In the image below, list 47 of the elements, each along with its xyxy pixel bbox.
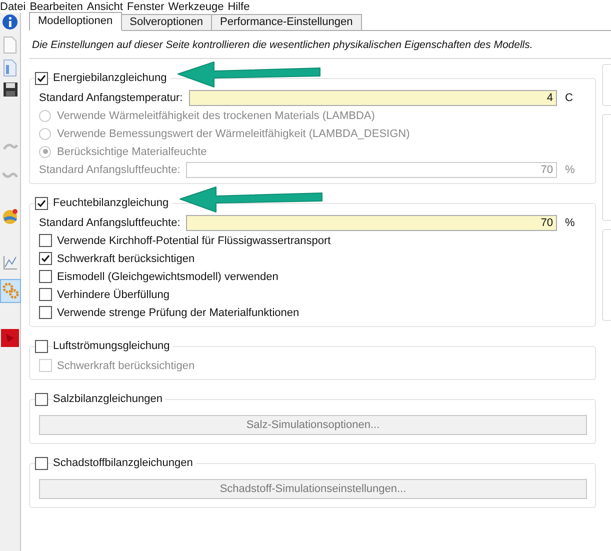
- checkbox-label: Verwende strenge Prüfung der Materialfunktionen: [57, 306, 300, 318]
- tab[interactable]: Modelloptionen: [29, 12, 122, 31]
- input-field[interactable]: 70: [186, 214, 557, 230]
- menu-item[interactable]: Werkzeuge: [168, 1, 228, 13]
- menu-item[interactable]: Hilfe: [228, 1, 254, 13]
- unit-label: %: [564, 164, 576, 176]
- checkbox-label: Verwende Kirchhoff-Potential für Flüssigwassertransport: [57, 234, 331, 246]
- section-title: Energiebilanzgleichung: [53, 72, 170, 84]
- document-icon[interactable]: [3, 59, 17, 77]
- radio-label: Verwende Wärmeleitfähigkeit des trockenen Materials (LAMBDA): [57, 110, 375, 122]
- menu-item[interactable]: Ansicht: [86, 1, 127, 13]
- section-title: Feuchtebilanzgleichung: [53, 197, 172, 209]
- checkbox-label: Verhindere Überfüllung: [57, 288, 170, 300]
- checkbox[interactable]: [39, 270, 52, 283]
- checkbox-label: Eismodell (Gleichgewichtsmodell) verwenden: [57, 270, 278, 282]
- unit-label: C: [564, 92, 574, 104]
- checkbox[interactable]: [39, 252, 52, 265]
- field-label: Standard Anfangstemperatur:: [39, 92, 183, 104]
- checkbox[interactable]: [35, 72, 48, 84]
- menu-item[interactable]: Datei: [0, 1, 30, 13]
- radio-label: Berücksichtige Materialfeuchte: [57, 146, 207, 158]
- field-label: Standard Anfangsluftfeuchte:: [39, 216, 180, 228]
- unit-label: %: [564, 216, 576, 228]
- field-label: Standard Anfangsluftfeuchte:: [39, 164, 180, 176]
- radio-label: Verwende Bemessungswert der Wärmeleitfähigkeit (LAMBDA_DESIGN): [57, 128, 410, 140]
- section-title: Salzbilanzgleichungen: [53, 393, 166, 405]
- checkbox[interactable]: [35, 456, 48, 470]
- section-title: Luftströmungsgleichung: [53, 340, 173, 352]
- menu-item[interactable]: Bearbeiten: [30, 1, 87, 13]
- description-text: Die Einstellungen auf dieser Seite kontrollieren die wesentlichen physikalischen Eigenschaften des Modells.: [29, 31, 611, 59]
- checkbox[interactable]: [39, 234, 52, 247]
- checkbox-label: Schwerkraft berücksichtigen: [57, 360, 195, 372]
- checkbox[interactable]: [35, 196, 48, 210]
- section-title: Schadstoffbilanzgleichungen: [53, 457, 196, 469]
- tab[interactable]: Solveroptionen: [120, 14, 212, 30]
- tab[interactable]: Performance-Einstellungen: [211, 14, 362, 30]
- checkbox[interactable]: [35, 340, 48, 352]
- menu-item[interactable]: Fenster: [126, 1, 168, 13]
- globe-icon[interactable]: [2, 208, 18, 225]
- info-icon[interactable]: [2, 14, 18, 30]
- checkbox[interactable]: [39, 306, 52, 319]
- checkbox[interactable]: [39, 288, 52, 301]
- checkbox-label: Schwerkraft berücksichtigen: [57, 252, 195, 264]
- chart-icon[interactable]: [2, 255, 18, 270]
- checkbox[interactable]: [35, 392, 48, 406]
- input-field[interactable]: 4: [188, 90, 557, 106]
- save-icon[interactable]: [2, 82, 18, 97]
